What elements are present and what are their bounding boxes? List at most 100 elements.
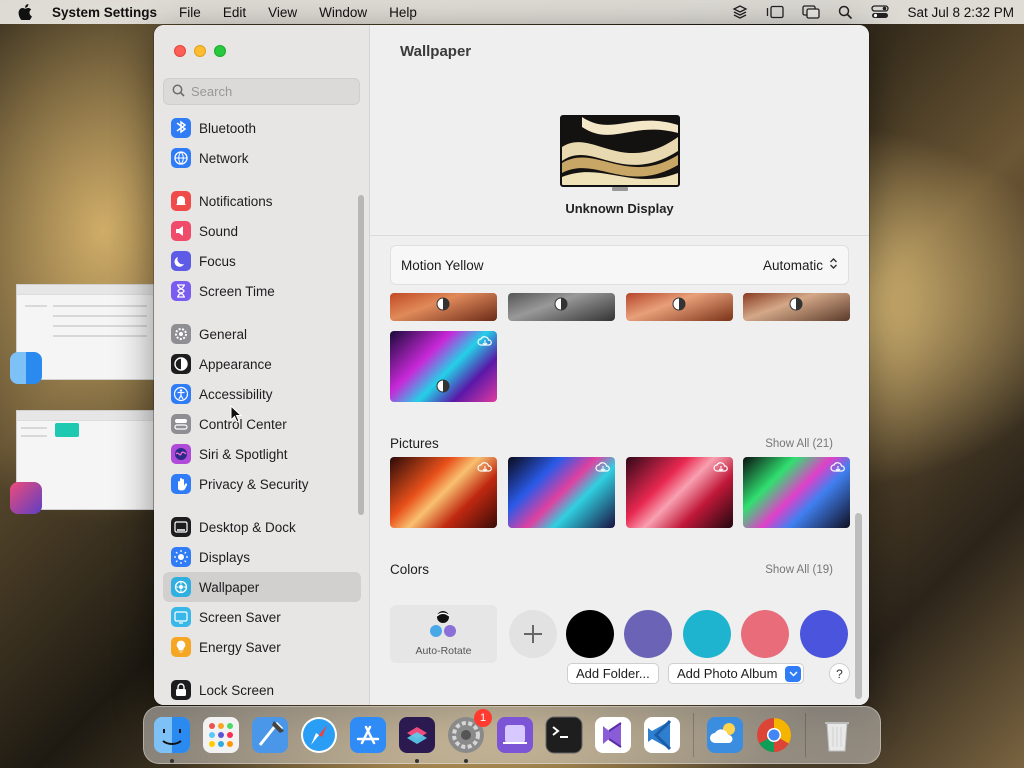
wallpaper-icon — [171, 577, 191, 597]
close-button[interactable] — [174, 45, 186, 57]
control-center-menu-icon[interactable] — [871, 5, 890, 19]
app-name-menu[interactable]: System Settings — [52, 5, 157, 20]
sidebar-item-lock-screen[interactable]: Lock Screen — [163, 675, 361, 705]
sidebar-group-separator — [163, 306, 361, 319]
dock-simulator-icon[interactable] — [493, 713, 537, 757]
sidebar: Bluetooth Network Notifications Sound Focus S… — [154, 25, 370, 705]
menu-edit[interactable]: Edit — [223, 5, 246, 20]
menu-window[interactable]: Window — [319, 5, 367, 20]
mouse-cursor-icon — [230, 405, 242, 423]
colors-show-all-link[interactable]: Show All (19) — [765, 564, 833, 576]
sidebar-item-network[interactable]: Network — [163, 143, 361, 173]
picture-tile[interactable] — [743, 457, 850, 528]
wallpaper-tile[interactable] — [390, 331, 497, 402]
sidebar-item-label: Displays — [199, 549, 251, 565]
sidebar-item-sound[interactable]: Sound — [163, 216, 361, 246]
search-field[interactable] — [163, 78, 360, 105]
dock-finder-icon[interactable] — [150, 713, 194, 763]
color-swatch[interactable] — [683, 610, 731, 658]
wallpaper-tile[interactable] — [626, 293, 733, 321]
dock-separator — [805, 713, 806, 757]
help-button[interactable]: ? — [829, 663, 850, 684]
finder-desktop-icon[interactable] — [10, 352, 42, 384]
sidebar-item-displays[interactable]: Displays — [163, 542, 361, 572]
sidebar-nav: Bluetooth Network Notifications Sound Focus S… — [163, 113, 361, 705]
sidebar-item-focus[interactable]: Focus — [163, 246, 361, 276]
pictures-section-title: Pictures — [390, 436, 439, 451]
add-photo-album-button[interactable]: Add Photo Album — [668, 663, 805, 684]
sidebar-item-notifications[interactable]: Notifications — [163, 186, 361, 216]
menu-clock[interactable]: Sat Jul 8 2:32 PM — [907, 5, 1014, 20]
sidebar-item-screen-time[interactable]: Screen Time — [163, 276, 361, 306]
sidebar-item-bluetooth[interactable]: Bluetooth — [163, 113, 361, 143]
dock-launchpad-icon[interactable] — [199, 713, 243, 757]
color-swatch[interactable] — [800, 610, 848, 658]
menu-file[interactable]: File — [179, 5, 201, 20]
search-input[interactable] — [191, 84, 351, 99]
dock-system-settings-icon[interactable]: 1 — [444, 709, 492, 763]
sidebar-item-label: Sound — [199, 223, 239, 239]
menu-view[interactable]: View — [268, 5, 297, 20]
screen-mirroring-icon[interactable] — [802, 5, 821, 19]
sidebar-item-wallpaper[interactable]: Wallpaper — [163, 572, 361, 602]
up-down-chevron-icon — [829, 257, 838, 273]
main-scrollbar[interactable] — [855, 513, 862, 699]
bell-icon — [171, 191, 191, 211]
cloud-download-icon — [830, 462, 845, 472]
auto-rotate-label: Auto-Rotate — [415, 645, 472, 657]
sidebar-item-control-center[interactable]: Control Center — [163, 409, 361, 439]
stage-manager-icon[interactable] — [766, 5, 785, 19]
sidebar-item-privacy-security[interactable]: Privacy & Security — [163, 469, 361, 499]
stack-icon[interactable] — [732, 4, 748, 20]
sidebar-scrollbar[interactable] — [358, 195, 364, 515]
wallpaper-tile[interactable] — [743, 293, 850, 321]
add-color-button[interactable] — [509, 610, 557, 658]
dock-xcode-icon[interactable] — [248, 713, 292, 757]
picture-tile[interactable] — [390, 457, 497, 528]
dock-shortcuts-icon[interactable] — [395, 713, 439, 763]
dock-weather-icon[interactable] — [703, 713, 747, 757]
appearance-mode-popup[interactable]: Automatic — [763, 257, 838, 273]
dock-chrome-icon[interactable] — [752, 713, 796, 757]
sidebar-item-label: Siri & Spotlight — [199, 446, 288, 462]
sidebar-item-appearance[interactable]: Appearance — [163, 349, 361, 379]
dock-visual-studio-icon[interactable] — [591, 713, 635, 757]
color-swatch[interactable] — [566, 610, 614, 658]
color-swatch[interactable] — [741, 610, 789, 658]
sidebar-item-label: Screen Time — [199, 283, 275, 299]
notification-badge: 1 — [474, 709, 492, 727]
add-folder-button[interactable]: Add Folder... — [567, 663, 659, 684]
dynamic-wallpaper-icon — [672, 297, 686, 311]
wallpaper-tile[interactable] — [390, 293, 497, 321]
appearance-mode-value: Automatic — [762, 257, 823, 273]
sidebar-item-label: Lock Screen — [199, 682, 275, 698]
sidebar-item-desktop-dock[interactable]: Desktop & Dock — [163, 512, 361, 542]
dock-trash-icon[interactable] — [815, 713, 859, 757]
dock-icon — [171, 517, 191, 537]
display-thumbnail[interactable] — [560, 115, 680, 187]
dock-app-store-icon[interactable] — [346, 713, 390, 757]
sidebar-item-general[interactable]: General — [163, 319, 361, 349]
sidebar-item-accessibility[interactable]: Accessibility — [163, 379, 361, 409]
picture-tile[interactable] — [626, 457, 733, 528]
wallpaper-tile[interactable] — [508, 293, 615, 321]
sidebar-item-energy-saver[interactable]: Energy Saver — [163, 632, 361, 662]
color-swatch[interactable] — [624, 610, 672, 658]
colors-section-title: Colors — [390, 562, 430, 577]
gear-icon — [171, 324, 191, 344]
menu-help[interactable]: Help — [389, 5, 417, 20]
minimize-button[interactable] — [194, 45, 206, 57]
zoom-button[interactable] — [214, 45, 226, 57]
auto-rotate-tile[interactable]: Auto-Rotate — [390, 605, 497, 663]
add-photo-album-label: Add Photo Album — [677, 666, 778, 681]
dock-terminal-icon[interactable] — [542, 713, 586, 757]
dock-safari-icon[interactable] — [297, 713, 341, 757]
sidebar-item-screen-saver[interactable]: Screen Saver — [163, 602, 361, 632]
picture-tile[interactable] — [508, 457, 615, 528]
spotlight-search-icon[interactable] — [838, 5, 853, 20]
sidebar-item-siri-spotlight[interactable]: Siri & Spotlight — [163, 439, 361, 469]
apple-menu-icon[interactable] — [18, 4, 34, 20]
shortcuts-desktop-icon[interactable] — [10, 482, 42, 514]
dock-vscode-icon[interactable] — [640, 713, 684, 757]
pictures-show-all-link[interactable]: Show All (21) — [765, 438, 833, 450]
